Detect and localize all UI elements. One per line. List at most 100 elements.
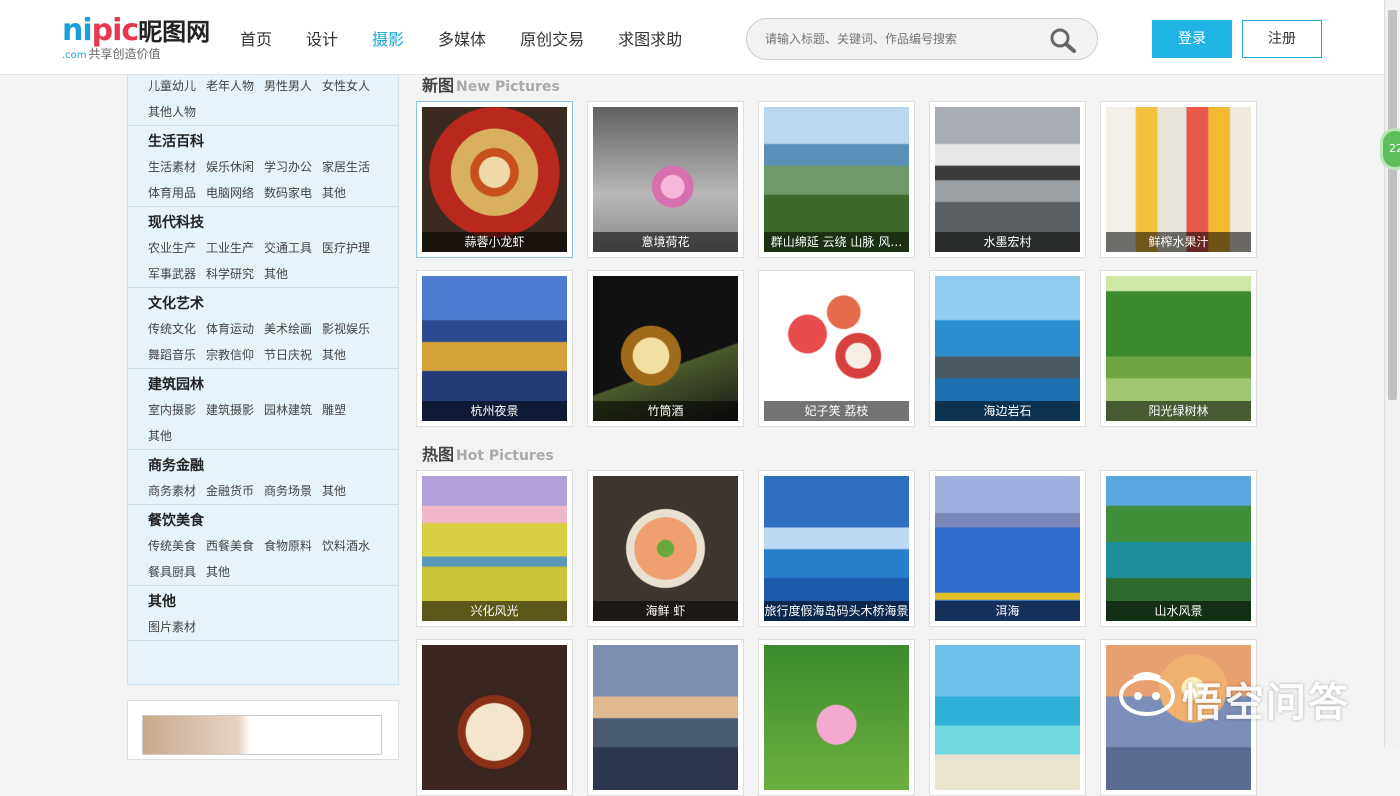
sidebar-item[interactable]: 其他 xyxy=(264,261,322,287)
category-title[interactable]: 生活百科 xyxy=(136,130,390,154)
picture-card[interactable]: 竹筒酒 xyxy=(587,270,744,427)
sidebar-item[interactable]: 节日庆祝 xyxy=(264,342,322,368)
city-night-photo[interactable]: 杭州夜景 xyxy=(422,276,567,421)
picture-card[interactable] xyxy=(758,639,915,796)
picture-card[interactable] xyxy=(416,639,573,796)
sidebar-item[interactable]: 美术绘画 xyxy=(264,316,322,342)
picture-card[interactable]: 山水风景 xyxy=(1100,470,1257,627)
seaside-rock-photo[interactable]: 海边岩石 xyxy=(935,276,1080,421)
sidebar-item[interactable]: 数码家电 xyxy=(264,180,322,206)
crayfish-photo[interactable]: 蒜蓉小龙虾 xyxy=(422,107,567,252)
sidebar-item[interactable]: 体育用品 xyxy=(148,180,206,206)
picture-card[interactable]: 鲜榨水果汁 xyxy=(1100,101,1257,258)
sidebar-item[interactable]: 农业生产 xyxy=(148,235,206,261)
lotus-photo[interactable]: 意境荷花 xyxy=(593,107,738,252)
sidebar-item[interactable]: 舞蹈音乐 xyxy=(148,342,206,368)
picture-card[interactable]: 妃子笑 荔枝 xyxy=(758,270,915,427)
ad-box[interactable] xyxy=(127,700,399,760)
picture-card[interactable]: 洱海 xyxy=(929,470,1086,627)
sidebar-item[interactable]: 西餐美食 xyxy=(206,533,264,559)
sidebar-item[interactable]: 儿童幼儿 xyxy=(148,73,206,99)
picture-card[interactable]: 蒜蓉小龙虾 xyxy=(416,101,573,258)
sidebar-item[interactable]: 体育运动 xyxy=(206,316,264,342)
sidebar-item[interactable]: 生活素材 xyxy=(148,154,206,180)
sidebar-item[interactable]: 室内摄影 xyxy=(148,397,206,423)
dessert-photo[interactable] xyxy=(422,645,567,790)
sidebar-item[interactable]: 其他 xyxy=(322,180,380,206)
sidebar-item[interactable]: 其他人物 xyxy=(148,99,206,125)
register-button[interactable]: 注册 xyxy=(1242,20,1322,58)
nav-item-0[interactable]: 首页 xyxy=(240,26,272,50)
search-input[interactable] xyxy=(765,29,1035,49)
sidebar-item[interactable]: 雕塑 xyxy=(322,397,380,423)
sidebar-item[interactable]: 影视娱乐 xyxy=(322,316,380,342)
sidebar-item[interactable]: 金融货币 xyxy=(206,478,264,504)
village-photo[interactable]: 水墨宏村 xyxy=(935,107,1080,252)
float-badge[interactable]: 22 xyxy=(1380,128,1400,170)
lychee-photo[interactable]: 妃子笑 荔枝 xyxy=(764,276,909,421)
nipic-logo[interactable]: nipic昵图网 .com 共享创造价值 xyxy=(62,14,222,64)
nav-item-5[interactable]: 求图求助 xyxy=(618,26,682,50)
sidebar-item[interactable]: 电脑网络 xyxy=(206,180,264,206)
nav-item-1[interactable]: 设计 xyxy=(306,26,338,50)
picture-card[interactable]: 群山绵延 云绕 山脉 风… xyxy=(758,101,915,258)
sidebar-item[interactable]: 老年人物 xyxy=(206,73,264,99)
picture-card[interactable]: 杭州夜景 xyxy=(416,270,573,427)
picture-card[interactable]: 海边岩石 xyxy=(929,270,1086,427)
sidebar-item[interactable]: 食物原料 xyxy=(264,533,322,559)
tropical-beach-photo[interactable] xyxy=(935,645,1080,790)
category-title[interactable]: 餐饮美食 xyxy=(136,509,390,533)
sidebar-item[interactable]: 园林建筑 xyxy=(264,397,322,423)
mountain-photo[interactable]: 群山绵延 云绕 山脉 风… xyxy=(764,107,909,252)
flower-field-photo[interactable]: 兴化风光 xyxy=(422,476,567,621)
sidebar-item[interactable]: 女性女人 xyxy=(322,73,380,99)
sidebar-item[interactable]: 学习办公 xyxy=(264,154,322,180)
sidebar-item[interactable]: 科学研究 xyxy=(206,261,264,287)
category-title[interactable]: 现代科技 xyxy=(136,211,390,235)
juice-photo[interactable]: 鲜榨水果汁 xyxy=(1106,107,1251,252)
category-title[interactable]: 建筑园林 xyxy=(136,373,390,397)
sidebar-item[interactable]: 传统文化 xyxy=(148,316,206,342)
picture-card[interactable]: 兴化风光 xyxy=(416,470,573,627)
forest-photo[interactable]: 阳光绿树林 xyxy=(1106,276,1251,421)
category-title[interactable]: 文化艺术 xyxy=(136,292,390,316)
pier-photo[interactable]: 旅行度假海岛码头木桥海景 xyxy=(764,476,909,621)
sidebar-item[interactable]: 建筑摄影 xyxy=(206,397,264,423)
sidebar-item[interactable]: 军事武器 xyxy=(148,261,206,287)
nav-item-4[interactable]: 原创交易 xyxy=(520,26,584,50)
sidebar-item[interactable]: 传统美食 xyxy=(148,533,206,559)
ad-image[interactable] xyxy=(142,715,382,755)
sidebar-item[interactable]: 餐具厨具 xyxy=(148,559,206,585)
lake-valley-photo[interactable]: 山水风景 xyxy=(1106,476,1251,621)
sidebar-item[interactable]: 其他 xyxy=(148,423,206,449)
sunset-lake-photo[interactable] xyxy=(593,645,738,790)
picture-card[interactable]: 意境荷花 xyxy=(587,101,744,258)
login-button[interactable]: 登录 xyxy=(1152,20,1232,58)
category-title[interactable]: 其他 xyxy=(136,590,390,614)
sidebar-item[interactable]: 商务场景 xyxy=(264,478,322,504)
picture-card[interactable] xyxy=(587,639,744,796)
nav-item-3[interactable]: 多媒体 xyxy=(438,26,486,50)
sidebar-item[interactable]: 男性男人 xyxy=(264,73,322,99)
nav-item-2[interactable]: 摄影 xyxy=(372,26,404,50)
category-title[interactable]: 商务金融 xyxy=(136,454,390,478)
search-icon[interactable] xyxy=(1049,27,1077,53)
sidebar-item[interactable]: 其他 xyxy=(206,559,264,585)
pink-lotus-photo[interactable] xyxy=(764,645,909,790)
sidebar-item[interactable]: 其他 xyxy=(322,478,380,504)
sidebar-item[interactable]: 工业生产 xyxy=(206,235,264,261)
picture-card[interactable] xyxy=(929,639,1086,796)
sidebar-item[interactable]: 娱乐休闲 xyxy=(206,154,264,180)
sidebar-item[interactable]: 宗教信仰 xyxy=(206,342,264,368)
erhai-photo[interactable]: 洱海 xyxy=(935,476,1080,621)
sidebar-item[interactable]: 交通工具 xyxy=(264,235,322,261)
sidebar-item[interactable]: 医疗护理 xyxy=(322,235,380,261)
picture-card[interactable]: 海鲜 虾 xyxy=(587,470,744,627)
bamboo-wine-photo[interactable]: 竹筒酒 xyxy=(593,276,738,421)
picture-card[interactable]: 阳光绿树林 xyxy=(1100,270,1257,427)
sidebar-item[interactable]: 图片素材 xyxy=(148,614,206,640)
sidebar-item[interactable]: 其他 xyxy=(322,342,380,368)
page-scrollbar[interactable] xyxy=(1384,0,1400,747)
sidebar-item[interactable]: 家居生活 xyxy=(322,154,380,180)
picture-card[interactable]: 水墨宏村 xyxy=(929,101,1086,258)
